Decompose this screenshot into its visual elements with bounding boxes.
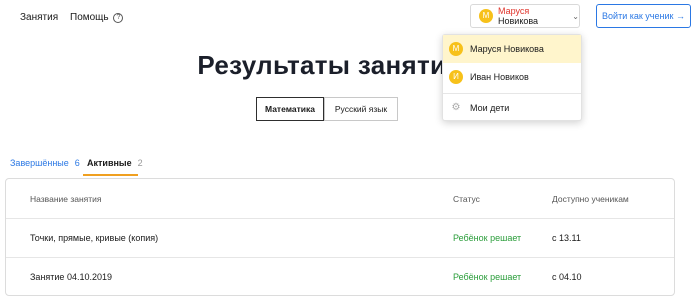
lesson-name: Занятие 04.10.2019: [30, 272, 112, 282]
user-select[interactable]: М Маруся Новикова ⌄: [470, 4, 580, 28]
lesson-status: Ребёнок решает: [453, 272, 522, 282]
column-header-available: Доступно ученикам: [552, 193, 629, 204]
active-tab-underline: [83, 174, 138, 176]
tab-completed[interactable]: Завершённые 6: [10, 158, 80, 168]
lesson-name: Точки, прямые, кривые (копия): [30, 233, 159, 243]
user-last-name: Новикова: [498, 16, 539, 26]
tab-active[interactable]: Активные 2: [87, 158, 143, 168]
lessons-table: Название занятия Статус Доступно ученика…: [5, 178, 675, 296]
avatar: И: [449, 70, 463, 84]
nav-link-lessons[interactable]: Занятия: [20, 12, 58, 23]
tab-active-count: 2: [137, 158, 143, 168]
user-select-name: Маруся Новикова: [498, 6, 566, 26]
dropdown-item-label: Иван Новиков: [470, 72, 529, 82]
table-row[interactable]: Занятие 04.10.2019 Ребёнок решает с 04.1…: [6, 257, 674, 296]
dropdown-item-label: Маруся Новикова: [470, 44, 544, 54]
tab-completed-label: Завершённые: [10, 158, 69, 168]
table-header: Название занятия Статус Доступно ученика…: [6, 179, 674, 218]
column-header-name: Название занятия: [30, 193, 102, 204]
user-first-name: Маруся: [498, 6, 530, 16]
lesson-available: с 04.10: [552, 272, 582, 282]
lesson-status: Ребёнок решает: [453, 233, 522, 243]
login-as-student-button[interactable]: Войти как ученик →: [596, 4, 691, 28]
table-row[interactable]: Точки, прямые, кривые (копия) Ребёнок ре…: [6, 218, 674, 257]
avatar: М: [479, 9, 493, 23]
dropdown-item-ivan[interactable]: И Иван Новиков: [443, 63, 581, 91]
tab-russian[interactable]: Русский язык: [324, 97, 398, 121]
avatar: М: [449, 42, 463, 56]
user-dropdown-menu: М Маруся Новикова И Иван Новиков ⚙ Мои д…: [442, 34, 582, 121]
tab-active-label: Активные: [87, 158, 132, 168]
tab-completed-count: 6: [74, 158, 80, 168]
lesson-available: с 13.11: [552, 233, 581, 243]
dropdown-item-label: Мои дети: [470, 103, 510, 113]
help-icon: ?: [113, 13, 124, 23]
nav-link-help[interactable]: Помощь ?: [70, 12, 124, 23]
chevron-down-icon: ⌄: [572, 11, 579, 21]
nav-link-help-label: Помощь: [70, 12, 109, 23]
tab-math[interactable]: Математика: [256, 97, 324, 121]
column-header-status: Статус: [453, 193, 480, 204]
dropdown-item-marusya[interactable]: М Маруся Новикова: [443, 35, 581, 63]
gear-icon: ⚙: [451, 102, 461, 113]
dropdown-item-my-children[interactable]: ⚙ Мои дети: [443, 94, 581, 122]
